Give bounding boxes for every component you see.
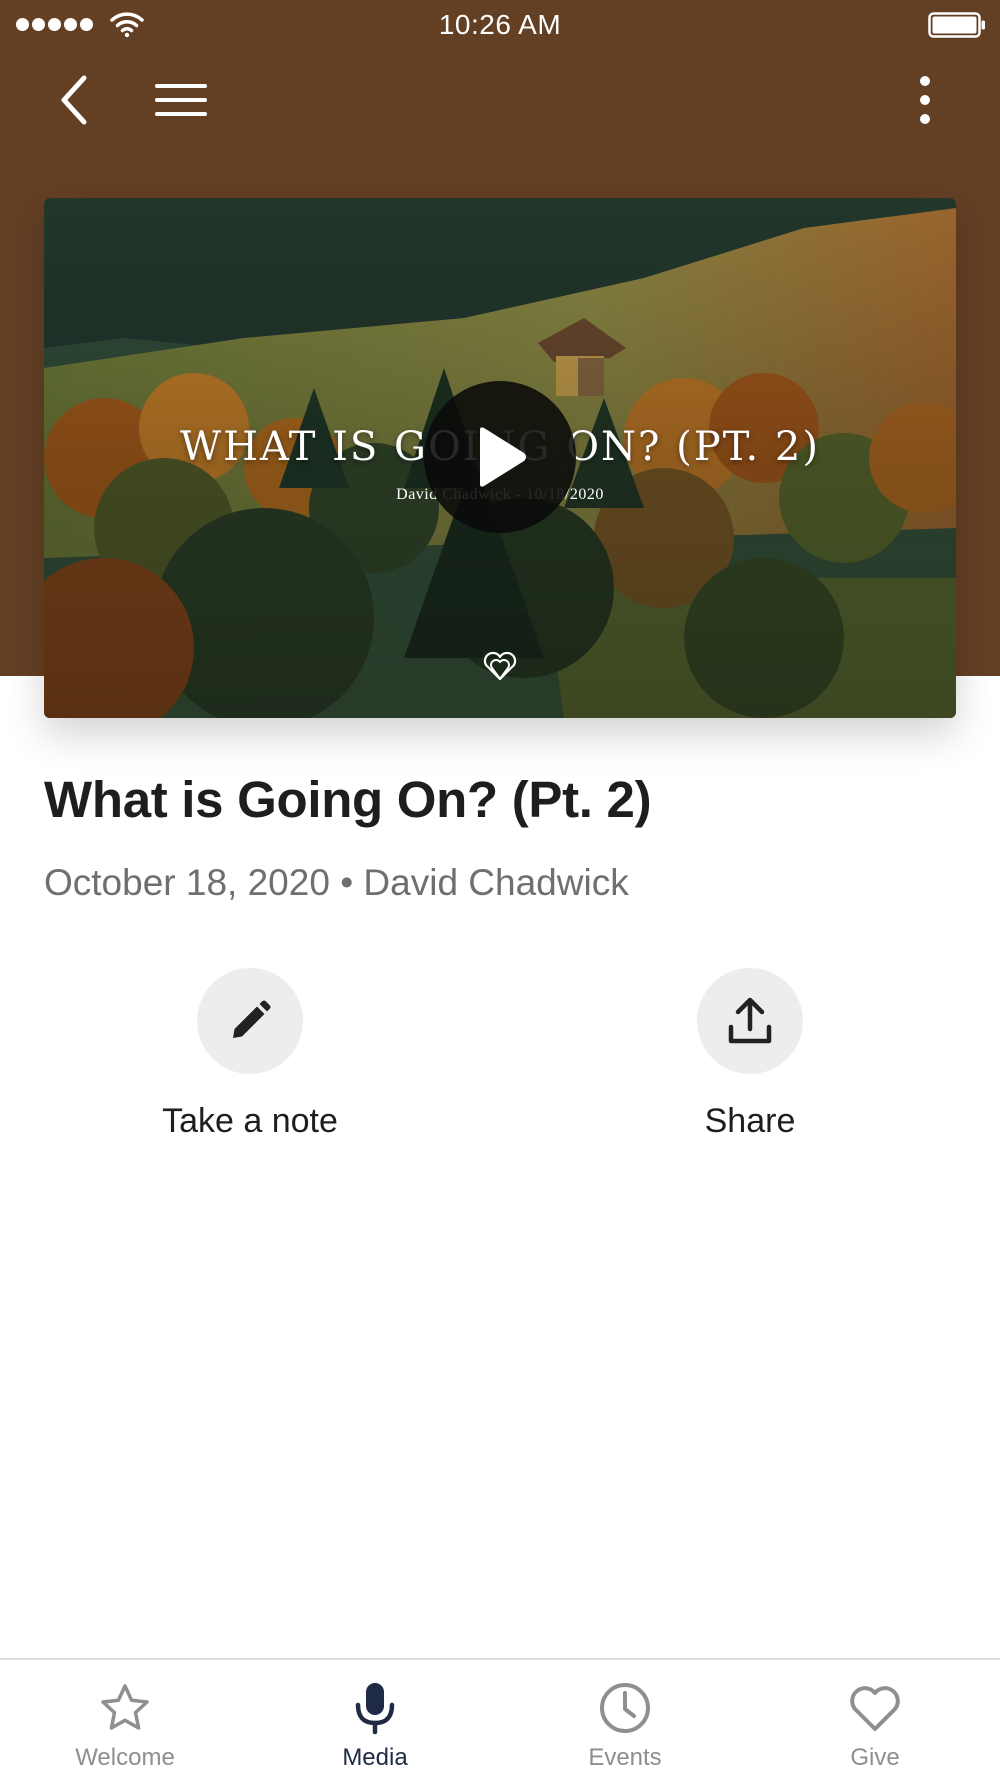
play-icon [480,427,526,487]
take-note-label: Take a note [162,1102,338,1140]
microphone-icon [347,1680,403,1736]
more-vertical-icon [920,76,930,124]
pencil-icon [233,1000,271,1038]
heart-icon [847,1680,903,1736]
star-icon [97,1680,153,1736]
clock-icon [597,1680,653,1736]
tab-welcome-label: Welcome [75,1744,175,1771]
video-player[interactable]: WHAT IS GOING ON? (PT. 2) David Chadwick… [44,198,956,718]
media-meta: October 18, 2020 • David Chadwick [44,862,629,903]
tab-events[interactable]: Events [500,1660,750,1778]
share-upload-icon [728,997,772,1044]
tab-events-label: Events [588,1744,662,1771]
more-options-button[interactable] [900,70,950,130]
share-label: Share [704,1102,796,1140]
tab-give-label: Give [850,1744,900,1771]
back-button[interactable] [44,70,104,130]
battery-icon [928,12,985,38]
hamburger-menu-icon [155,84,207,116]
tab-media-label: Media [342,1744,408,1771]
status-time: 10:26 AM [438,9,562,40]
share-button[interactable]: Share [600,968,900,1141]
tab-give[interactable]: Give [750,1660,1000,1778]
tab-media[interactable]: Media [250,1660,500,1778]
church-logo-icon [483,651,517,681]
take-note-circle[interactable] [197,968,303,1074]
tab-bar: Welcome Media Events Give [0,1658,1000,1778]
menu-button[interactable] [146,70,216,130]
share-circle[interactable] [697,968,803,1074]
play-button[interactable] [424,381,576,533]
take-note-button[interactable]: Take a note [100,968,400,1141]
media-title: What is Going On? (Pt. 2) [44,771,652,828]
chevron-left-icon [61,75,87,125]
tab-welcome[interactable]: Welcome [0,1660,250,1778]
status-bar: 10:26 AM [0,0,1000,50]
